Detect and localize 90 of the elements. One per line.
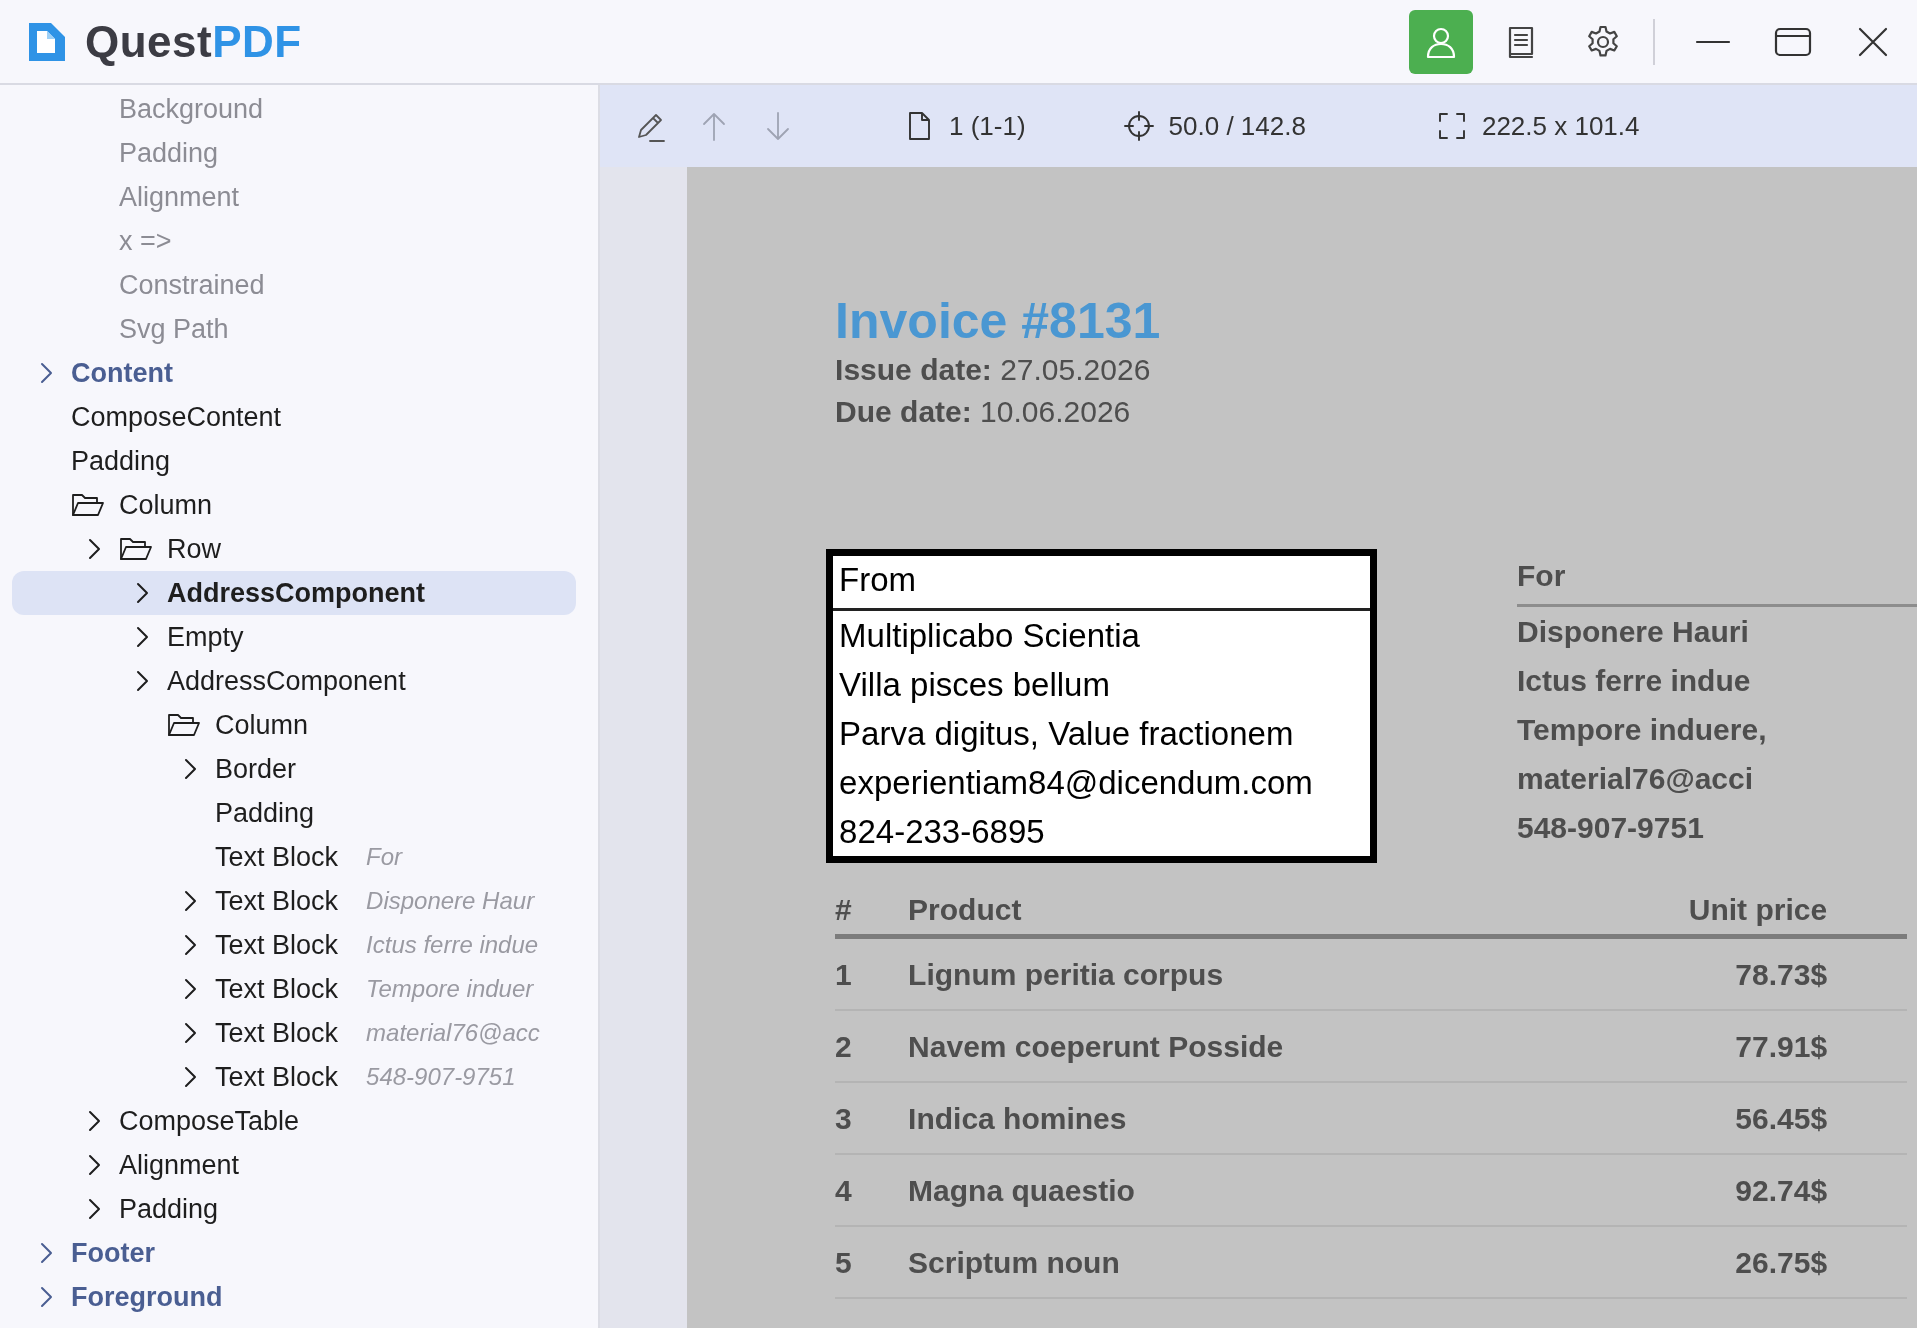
table-cell-text: Lignum peritia corpus bbox=[908, 956, 1225, 993]
table-cell-text: Indica homines bbox=[908, 1100, 1128, 1137]
crosshair-icon bbox=[1122, 110, 1155, 142]
chevron-icon bbox=[136, 626, 149, 648]
address-line: experientiam84@dicendum.com bbox=[838, 763, 1314, 803]
preview-text: material76@acc bbox=[366, 1018, 540, 1048]
tree-item[interactable]: Border bbox=[12, 747, 576, 791]
chevron-icon bbox=[184, 978, 197, 1000]
address-line: Disponere Hauri bbox=[1517, 614, 1750, 650]
folder-icon bbox=[71, 492, 105, 518]
address-line: Tempore induere, bbox=[1517, 712, 1768, 748]
tree-item[interactable]: Footer bbox=[12, 1231, 576, 1275]
chevron-icon bbox=[184, 890, 197, 912]
tree-item[interactable]: ComposeContent bbox=[12, 395, 576, 439]
table-cell-text: 3 bbox=[835, 1100, 853, 1137]
table-cell-text: 78.73$ bbox=[1734, 956, 1828, 993]
maximize-icon bbox=[1774, 26, 1812, 57]
address-line: 824-233-6895 bbox=[838, 812, 1046, 852]
column-header: Product bbox=[908, 892, 1023, 928]
tree-item[interactable]: AddressComponent bbox=[12, 659, 576, 703]
preview-text: 548-907-9751 bbox=[366, 1062, 516, 1092]
table-cell-text: 2 bbox=[835, 1028, 853, 1065]
tree-item[interactable]: Text Block Tempore induer bbox=[12, 967, 576, 1011]
tree-item[interactable]: Padding bbox=[12, 1187, 576, 1231]
table-cell-text: Scriptum noun bbox=[908, 1244, 1121, 1281]
tree-item[interactable]: Column bbox=[12, 703, 576, 747]
tree-item[interactable]: ComposeTable bbox=[12, 1099, 576, 1143]
chevron-icon bbox=[88, 1154, 101, 1176]
column-header: Unit price bbox=[1687, 892, 1828, 928]
tree-item[interactable]: Text Block Ictus ferre indue bbox=[12, 923, 576, 967]
tree-item[interactable]: Text Block For bbox=[12, 835, 576, 879]
chevron-icon bbox=[136, 670, 149, 692]
address-line: Ictus ferre indue bbox=[1517, 663, 1752, 699]
folder-icon bbox=[167, 712, 201, 738]
preview-text: Disponere Haur bbox=[366, 886, 535, 916]
tree-item[interactable]: Column bbox=[12, 483, 576, 527]
chevron-icon bbox=[184, 1066, 197, 1088]
table-cell-text: 26.75$ bbox=[1734, 1244, 1828, 1281]
table-cell-text: 92.74$ bbox=[1734, 1172, 1828, 1209]
address-line: material76@acci bbox=[1517, 761, 1755, 797]
date-text: Issue date: 27.05.2026 bbox=[835, 352, 1152, 388]
chevron-icon bbox=[88, 538, 101, 560]
table-cell-text: Navem coeperunt Posside bbox=[908, 1028, 1285, 1065]
column-header: # bbox=[835, 892, 853, 928]
chevron-icon bbox=[88, 1110, 101, 1132]
page-number: 1 (1-1) bbox=[949, 109, 1026, 143]
table-cell-text: 56.45$ bbox=[1734, 1100, 1828, 1137]
address-line: 548-907-9751 bbox=[1517, 810, 1705, 846]
tree-item[interactable]: Text Block 548-907-9751 bbox=[12, 1055, 576, 1099]
table-cell-text: 5 bbox=[835, 1244, 853, 1281]
chevron-icon bbox=[184, 934, 197, 956]
tree-item[interactable]: Text Block Disponere Haur bbox=[12, 879, 576, 923]
chevron-icon bbox=[184, 1022, 197, 1044]
address-line: Villa pisces bellum bbox=[838, 665, 1111, 705]
tree-item[interactable]: Padding bbox=[12, 791, 576, 835]
preview-text: Tempore induer bbox=[366, 974, 534, 1004]
chevron-icon bbox=[40, 1242, 53, 1264]
preview-text: For bbox=[366, 842, 403, 872]
account-button[interactable] bbox=[1409, 9, 1473, 74]
minimize-icon bbox=[1695, 39, 1731, 44]
chevron-icon bbox=[88, 1198, 101, 1220]
chevron-icon bbox=[184, 758, 197, 780]
app-logo: QuestPDF bbox=[85, 19, 302, 64]
element-size: 222.5 x 101.4 bbox=[1481, 109, 1640, 143]
tree-item[interactable]: AddressComponent bbox=[12, 571, 576, 615]
cursor-position: 50.0 / 142.8 bbox=[1168, 109, 1306, 143]
settings-icon bbox=[1585, 23, 1621, 60]
close-icon bbox=[1858, 26, 1888, 57]
address-line: Multiplicabo Scientia bbox=[838, 616, 1141, 656]
tree-item[interactable]: Row bbox=[12, 527, 576, 571]
tree-item[interactable]: Empty bbox=[12, 615, 576, 659]
invoice-title: Invoice #8131 bbox=[835, 294, 1162, 349]
date-text: Due date: 10.06.2026 bbox=[835, 394, 1132, 430]
tree-item[interactable]: Content bbox=[12, 351, 576, 395]
preview-text: Ictus ferre indue bbox=[366, 930, 539, 960]
chevron-icon bbox=[136, 582, 149, 604]
table-cell-text: Magna quaestio bbox=[908, 1172, 1136, 1209]
tree-item[interactable]: Alignment bbox=[12, 1143, 576, 1187]
chevron-icon bbox=[40, 1286, 53, 1308]
table-cell-text: 77.91$ bbox=[1734, 1028, 1828, 1065]
address-line: Parva digitus, Value fractionem bbox=[838, 714, 1295, 754]
table-cell-text: 1 bbox=[835, 956, 853, 993]
folder-icon bbox=[119, 536, 153, 562]
table-cell-text: 4 bbox=[835, 1172, 853, 1209]
address-heading: For bbox=[1517, 556, 1917, 607]
chevron-icon bbox=[40, 362, 53, 384]
tree-item[interactable]: Foreground bbox=[12, 1275, 576, 1319]
tree-item[interactable]: Text Block material76@acc bbox=[12, 1011, 576, 1055]
tree-item[interactable]: Padding bbox=[12, 439, 576, 483]
address-heading: From bbox=[833, 556, 1370, 611]
